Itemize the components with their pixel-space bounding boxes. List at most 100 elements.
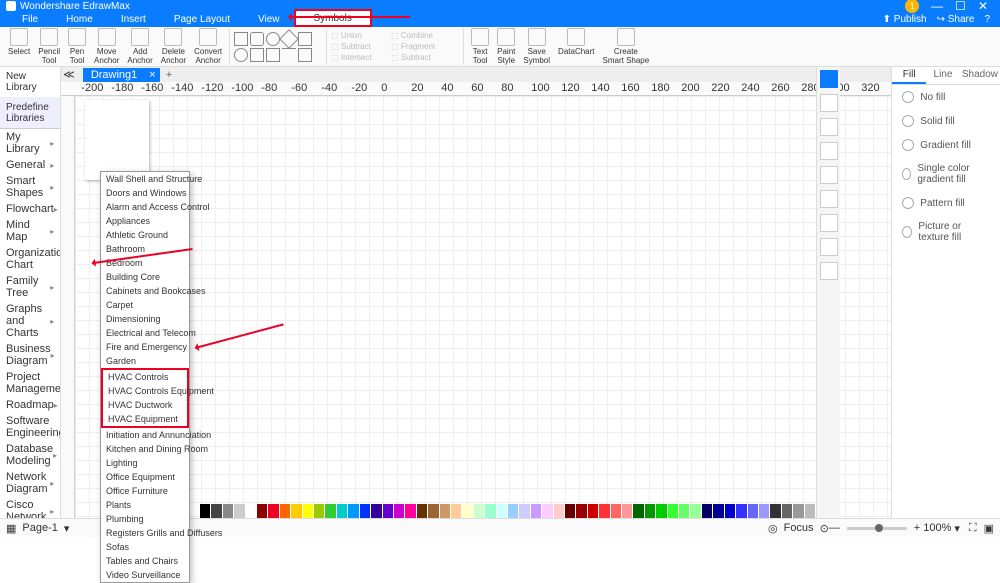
color-swatch[interactable]: [576, 504, 587, 518]
submenu-hvac-equipment[interactable]: HVAC Equipment: [103, 412, 187, 426]
submenu-video-surveillance[interactable]: Video Surveillance: [101, 568, 189, 582]
menu-home[interactable]: Home: [52, 12, 107, 27]
color-swatch[interactable]: [542, 504, 553, 518]
submenu-dimensioning[interactable]: Dimensioning: [101, 312, 189, 326]
ribbon-datachart[interactable]: DataChart: [555, 28, 597, 65]
format-tab-fill[interactable]: Fill: [892, 67, 926, 84]
color-swatch[interactable]: [713, 504, 724, 518]
submenu-appliances[interactable]: Appliances: [101, 214, 189, 228]
menu-insert[interactable]: Insert: [107, 12, 160, 27]
submenu-building-core[interactable]: Building Core: [101, 270, 189, 284]
maximize-button[interactable]: ☐: [955, 0, 966, 13]
fill-gradient-fill[interactable]: Gradient fill: [892, 133, 1000, 157]
color-swatch[interactable]: [394, 504, 405, 518]
color-swatch[interactable]: [291, 504, 302, 518]
menu-page-layout[interactable]: Page Layout: [160, 12, 244, 27]
color-swatch[interactable]: [405, 504, 416, 518]
zoom-slider[interactable]: [847, 527, 907, 530]
tool-layers[interactable]: [820, 118, 838, 136]
category-flowchart[interactable]: Flowchart▸: [0, 201, 60, 217]
zoom-fit-icon[interactable]: ⊙: [820, 522, 829, 535]
submenu-initiation-and-annunciation[interactable]: Initiation and Annunciation: [101, 428, 189, 442]
submenu-plants[interactable]: Plants: [101, 498, 189, 512]
canvas[interactable]: [75, 96, 891, 518]
color-swatch[interactable]: [736, 504, 747, 518]
color-swatch[interactable]: [759, 504, 770, 518]
color-swatch[interactable]: [656, 504, 667, 518]
submenu-office-furniture[interactable]: Office Furniture: [101, 484, 189, 498]
ribbon-subtract[interactable]: ⬚ Subtract: [390, 52, 450, 63]
focus-target-icon[interactable]: ◎: [768, 522, 778, 535]
color-swatch[interactable]: [611, 504, 622, 518]
color-swatch[interactable]: [200, 504, 211, 518]
color-swatch[interactable]: [725, 504, 736, 518]
category-graphs-and-charts[interactable]: Graphs and Charts▸: [0, 301, 60, 341]
category-network-diagram[interactable]: Network Diagram▸: [0, 469, 60, 497]
color-swatch[interactable]: [748, 504, 759, 518]
menu-file[interactable]: File: [8, 12, 52, 27]
publish-button[interactable]: ⬆ Publish: [883, 14, 927, 25]
ribbon-delete-anchor[interactable]: DeleteAnchor: [158, 28, 189, 65]
zoom-control[interactable]: — + 100% ▾ ⛶ ▣: [829, 522, 994, 535]
ribbon-pencil-tool[interactable]: PencilTool: [35, 28, 63, 65]
submenu-registers-grills-and-diffusers[interactable]: Registers Grills and Diffusers: [101, 526, 189, 540]
ribbon-union[interactable]: ⬚ Union: [330, 30, 390, 41]
fill-single-color-gradient-fill[interactable]: Single color gradient fill: [892, 157, 1000, 191]
submenu-kitchen-and-dining-room[interactable]: Kitchen and Dining Room: [101, 442, 189, 456]
color-swatch[interactable]: [280, 504, 291, 518]
category-roadmap[interactable]: Roadmap▸: [0, 397, 60, 413]
category-family-tree[interactable]: Family Tree▸: [0, 273, 60, 301]
color-swatch[interactable]: [645, 504, 656, 518]
category-software-engineering[interactable]: Software Engineering▸: [0, 413, 60, 441]
color-swatch[interactable]: [360, 504, 371, 518]
color-swatch[interactable]: [246, 504, 257, 518]
submenu-office-equipment[interactable]: Office Equipment: [101, 470, 189, 484]
ribbon-select[interactable]: Select: [5, 28, 33, 65]
category-my-library[interactable]: My Library▸: [0, 129, 60, 157]
ribbon-add-anchor[interactable]: AddAnchor: [124, 28, 155, 65]
shape-palette[interactable]: [233, 31, 323, 63]
category-mind-map[interactable]: Mind Map▸: [0, 217, 60, 245]
ribbon-save-symbol[interactable]: SaveSymbol: [520, 28, 553, 65]
tool-selected[interactable]: [820, 70, 838, 88]
submenu-hvac-controls[interactable]: HVAC Controls: [103, 370, 187, 384]
color-swatch[interactable]: [211, 504, 222, 518]
submenu-hvac-ductwork[interactable]: HVAC Ductwork: [103, 398, 187, 412]
fill-no-fill[interactable]: No fill: [892, 85, 1000, 109]
ribbon-fragment[interactable]: ⬚ Fragment: [390, 41, 450, 52]
submenu-electrical-and-telecom[interactable]: Electrical and Telecom: [101, 326, 189, 340]
submenu-doors-and-windows[interactable]: Doors and Windows: [101, 186, 189, 200]
tool-history[interactable]: [820, 238, 838, 256]
ribbon-subtract[interactable]: ⬚ Subtract: [330, 41, 390, 52]
color-swatch[interactable]: [383, 504, 394, 518]
color-swatch[interactable]: [485, 504, 496, 518]
submenu-cabinets-and-bookcases[interactable]: Cabinets and Bookcases: [101, 284, 189, 298]
ribbon-create-smart-shape[interactable]: CreateSmart Shape: [600, 28, 653, 65]
fill-pattern-fill[interactable]: Pattern fill: [892, 191, 1000, 215]
submenu-carpet[interactable]: Carpet: [101, 298, 189, 312]
submenu-sofas[interactable]: Sofas: [101, 540, 189, 554]
submenu-tables-and-chairs[interactable]: Tables and Chairs: [101, 554, 189, 568]
color-swatch[interactable]: [462, 504, 473, 518]
tool-image[interactable]: [820, 190, 838, 208]
ribbon-move-anchor[interactable]: MoveAnchor: [91, 28, 122, 65]
color-palette[interactable]: [200, 504, 816, 518]
color-swatch[interactable]: [565, 504, 576, 518]
category-general[interactable]: General▸: [0, 157, 60, 173]
color-swatch[interactable]: [497, 504, 508, 518]
tool-arrange[interactable]: [820, 214, 838, 232]
ribbon-text-tool[interactable]: TextTool: [468, 28, 492, 65]
color-swatch[interactable]: [531, 504, 542, 518]
tab-drawing[interactable]: Drawing1: [83, 68, 145, 82]
share-button[interactable]: ↪ Share: [937, 14, 975, 25]
category-business-diagram[interactable]: Business Diagram▸: [0, 341, 60, 369]
fullscreen-icon[interactable]: ⛶: [969, 522, 977, 535]
submenu-athletic-ground[interactable]: Athletic Ground: [101, 228, 189, 242]
ribbon-paint-style[interactable]: PaintStyle: [494, 28, 518, 65]
color-swatch[interactable]: [770, 504, 781, 518]
submenu-alarm-and-access-control[interactable]: Alarm and Access Control: [101, 200, 189, 214]
submenu-lighting[interactable]: Lighting: [101, 456, 189, 470]
color-swatch[interactable]: [417, 504, 428, 518]
color-swatch[interactable]: [268, 504, 279, 518]
color-swatch[interactable]: [793, 504, 804, 518]
